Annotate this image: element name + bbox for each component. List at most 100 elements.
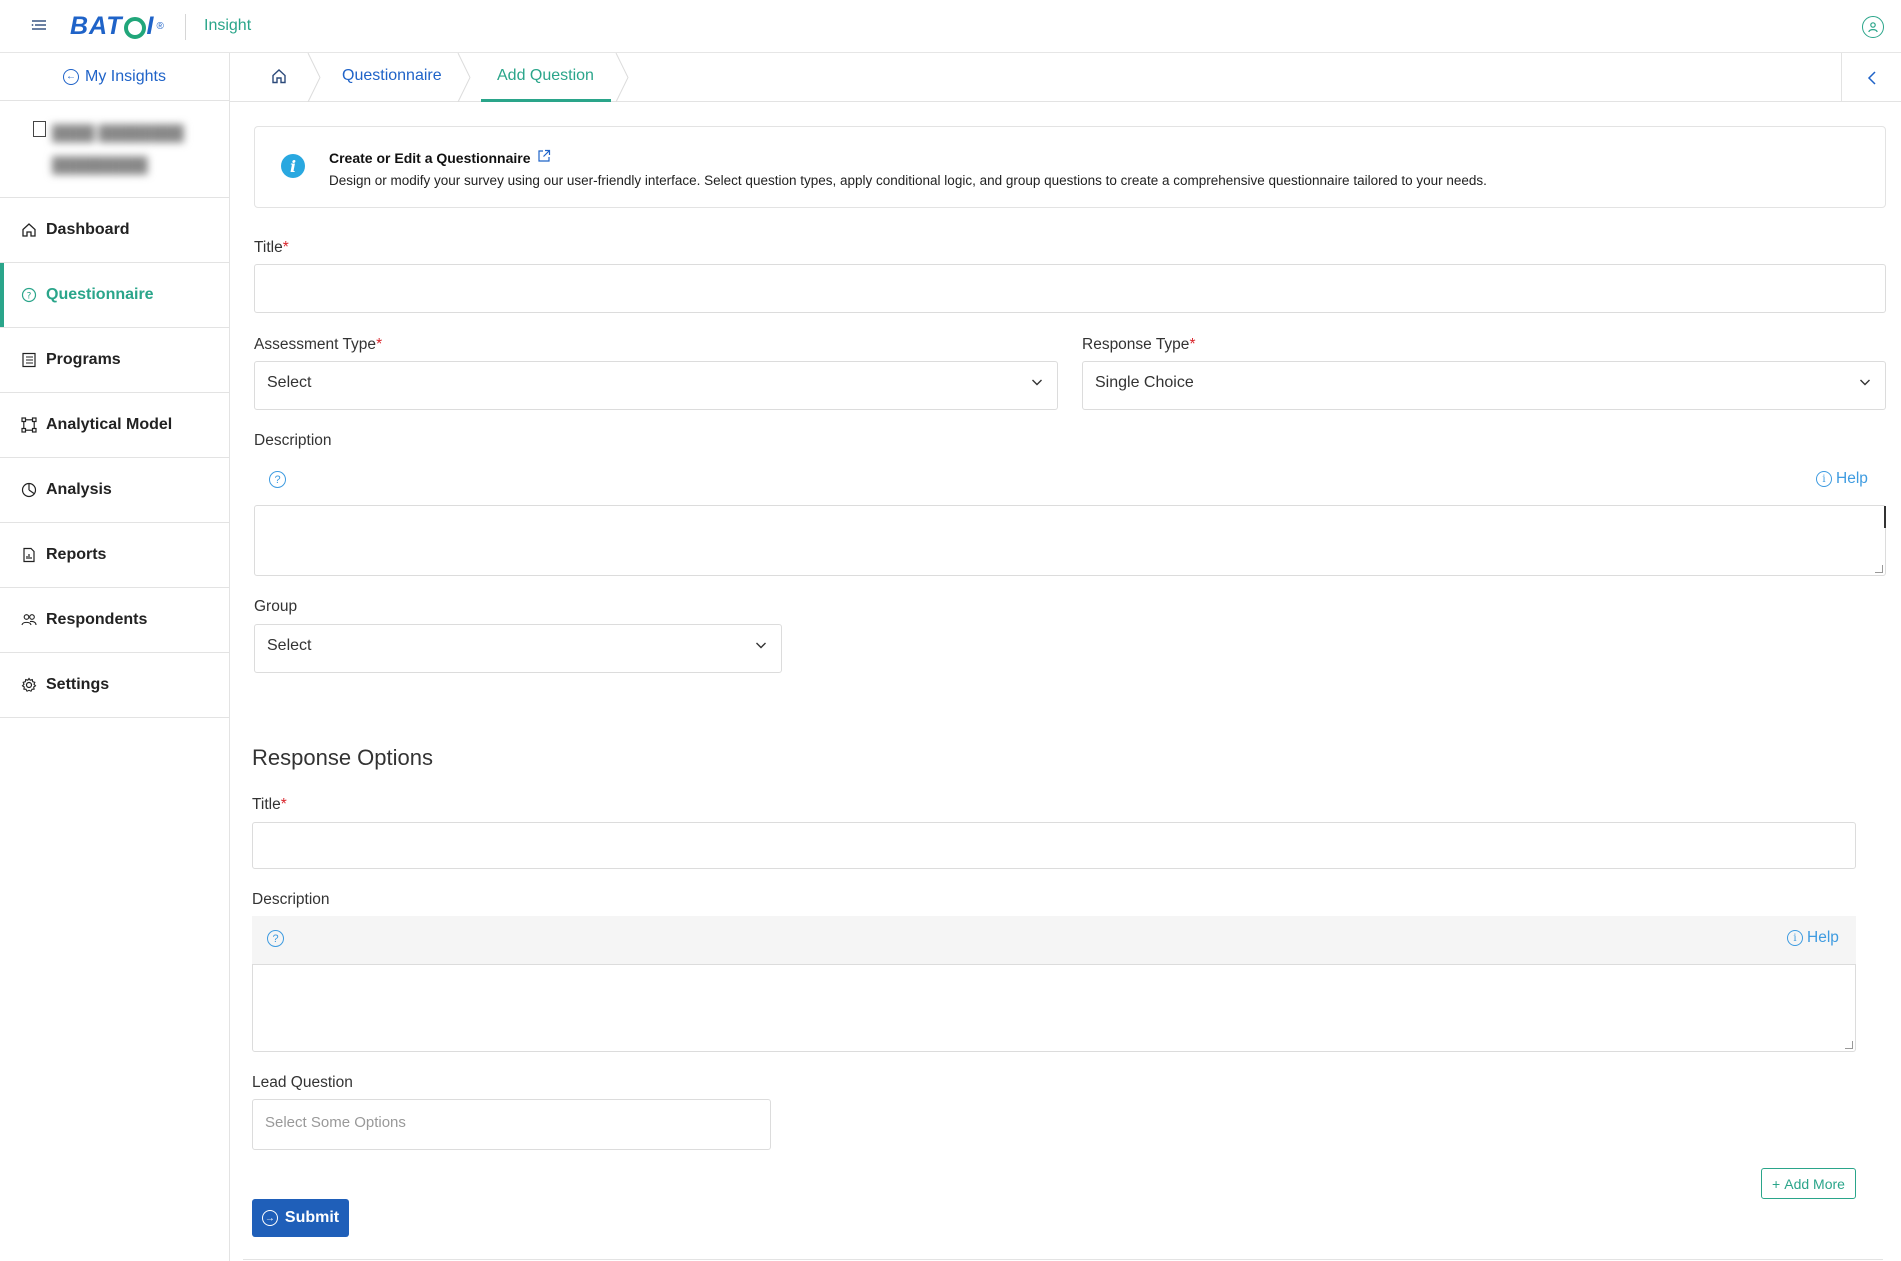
sidebar-item-analysis[interactable]: Analysis <box>0 458 229 523</box>
chevron-down-icon <box>1032 379 1042 386</box>
response-type-value: Single Choice <box>1095 374 1194 391</box>
sidebar-item-settings[interactable]: Settings <box>0 653 229 718</box>
add-more-button[interactable]: + Add More <box>1761 1168 1856 1199</box>
my-insights-label: My Insights <box>85 67 166 85</box>
required-marker: * <box>1189 336 1196 353</box>
info-circle-icon: i <box>1787 930 1803 946</box>
breadcrumb-separator-icon <box>457 53 471 102</box>
help-question-icon[interactable]: ? <box>269 471 286 488</box>
sidebar-item-label: Dashboard <box>46 221 130 238</box>
sidebar-item-label: Reports <box>46 546 107 563</box>
sidebar-item-programs[interactable]: Programs <box>0 328 229 393</box>
title-label: Title* <box>254 239 289 257</box>
gear-icon <box>20 676 38 694</box>
building-icon <box>33 121 46 137</box>
model-icon <box>20 416 38 434</box>
sidebar-item-analytical-model[interactable]: Analytical Model <box>0 393 229 458</box>
info-title-text: Create or Edit a Questionnaire <box>329 150 531 166</box>
submit-label: Submit <box>284 1209 340 1226</box>
chevron-down-icon <box>1860 379 1870 386</box>
resize-handle-icon[interactable] <box>1875 565 1883 573</box>
sidebar-item-label: Analysis <box>46 481 112 498</box>
question-circle-icon: ? <box>20 286 38 304</box>
required-marker: * <box>280 796 287 813</box>
description-label: Description <box>254 432 332 449</box>
home-icon <box>20 221 38 239</box>
home-icon[interactable] <box>270 67 290 87</box>
info-icon: i <box>281 154 305 178</box>
option-description-toolbar <box>252 916 1856 964</box>
option-description-textarea[interactable] <box>252 964 1856 1052</box>
top-header: BAT I ® Insight <box>0 0 1901 53</box>
sidebar-item-label: Settings <box>46 676 110 693</box>
sidebar-item-label: Questionnaire <box>46 286 154 303</box>
sidebar-item-reports[interactable]: Reports <box>0 523 229 588</box>
active-tab-indicator <box>481 99 611 102</box>
option-description-help-link[interactable]: i Help <box>1787 929 1839 947</box>
add-more-label: Add More <box>1784 1175 1845 1192</box>
menu-icon[interactable] <box>30 16 48 34</box>
product-name: Insight <box>204 17 252 34</box>
group-select[interactable]: Select <box>254 624 782 673</box>
arrow-right-circle-icon: → <box>261 1210 278 1226</box>
sidebar-item-questionnaire[interactable]: ? Questionnaire <box>0 263 229 328</box>
breadcrumb-add-question[interactable]: Add Question <box>497 67 594 85</box>
lead-question-multiselect[interactable]: Select Some Options <box>252 1099 771 1150</box>
chevron-down-icon <box>756 642 766 649</box>
svg-text:?: ? <box>27 292 32 302</box>
my-insights-link[interactable]: ← My Insights <box>0 53 229 101</box>
submit-button[interactable]: → Submit <box>252 1199 349 1237</box>
scrollbar-thumb[interactable] <box>1884 506 1886 528</box>
users-icon <box>20 611 38 629</box>
info-banner: i Create or Edit a Questionnaire Design … <box>254 126 1886 208</box>
back-arrow-icon: ← <box>63 68 80 85</box>
brand-divider <box>185 14 186 40</box>
assessment-type-value: Select <box>267 374 312 391</box>
brand-logo[interactable]: BAT I ® <box>70 10 164 42</box>
sidebar-item-respondents[interactable]: Respondents <box>0 588 229 653</box>
organization-name-redacted: ████ ████████ █████████ <box>52 125 184 174</box>
breadcrumb-separator-icon <box>615 53 629 102</box>
external-link-icon[interactable] <box>537 149 551 166</box>
user-profile-icon[interactable] <box>1862 16 1884 38</box>
breadcrumb-questionnaire[interactable]: Questionnaire <box>342 67 442 85</box>
list-icon <box>20 351 38 369</box>
sidebar-item-label: Respondents <box>46 611 148 628</box>
collapse-panel-button[interactable] <box>1841 53 1901 102</box>
assessment-type-label: Assessment Type* <box>254 336 382 354</box>
sidebar-item-label: Analytical Model <box>46 416 173 433</box>
help-label: Help <box>1807 929 1839 946</box>
response-type-label: Response Type* <box>1082 336 1195 354</box>
info-circle-icon: i <box>1816 471 1832 487</box>
option-title-label: Title* <box>252 796 287 814</box>
response-type-label-text: Response Type <box>1082 336 1190 353</box>
resize-handle-icon[interactable] <box>1845 1041 1853 1049</box>
breadcrumb: Questionnaire Add Question <box>230 53 1901 102</box>
required-marker: * <box>282 239 289 256</box>
sidebar-item-dashboard[interactable]: Dashboard <box>0 198 229 263</box>
title-input[interactable] <box>254 264 1886 313</box>
chevron-left-icon <box>1867 70 1876 85</box>
option-title-label-text: Title <box>252 796 281 813</box>
info-description: Design or modify your survey using our u… <box>329 173 1487 188</box>
title-label-text: Title <box>254 239 283 256</box>
group-label: Group <box>254 598 298 615</box>
lead-question-placeholder: Select Some Options <box>265 1114 406 1131</box>
description-textarea[interactable] <box>254 505 1886 576</box>
sidebar: ← My Insights ████ ████████ █████████ Da… <box>0 53 230 1261</box>
breadcrumb-separator-icon <box>307 53 321 102</box>
organization-block: ████ ████████ █████████ <box>0 101 229 198</box>
report-icon <box>20 546 38 564</box>
option-title-input[interactable] <box>252 822 1856 869</box>
group-value: Select <box>267 637 312 654</box>
content-bottom-divider <box>243 1259 1883 1260</box>
response-options-heading: Response Options <box>252 745 433 770</box>
response-type-select[interactable]: Single Choice <box>1082 361 1886 410</box>
description-help-link[interactable]: i Help <box>1816 470 1868 488</box>
info-title: Create or Edit a Questionnaire <box>329 149 551 166</box>
sidebar-item-label: Programs <box>46 351 121 368</box>
help-question-icon[interactable]: ? <box>267 930 284 947</box>
pie-icon <box>20 481 38 499</box>
assessment-type-select[interactable]: Select <box>254 361 1058 410</box>
assessment-type-label-text: Assessment Type <box>254 336 377 353</box>
